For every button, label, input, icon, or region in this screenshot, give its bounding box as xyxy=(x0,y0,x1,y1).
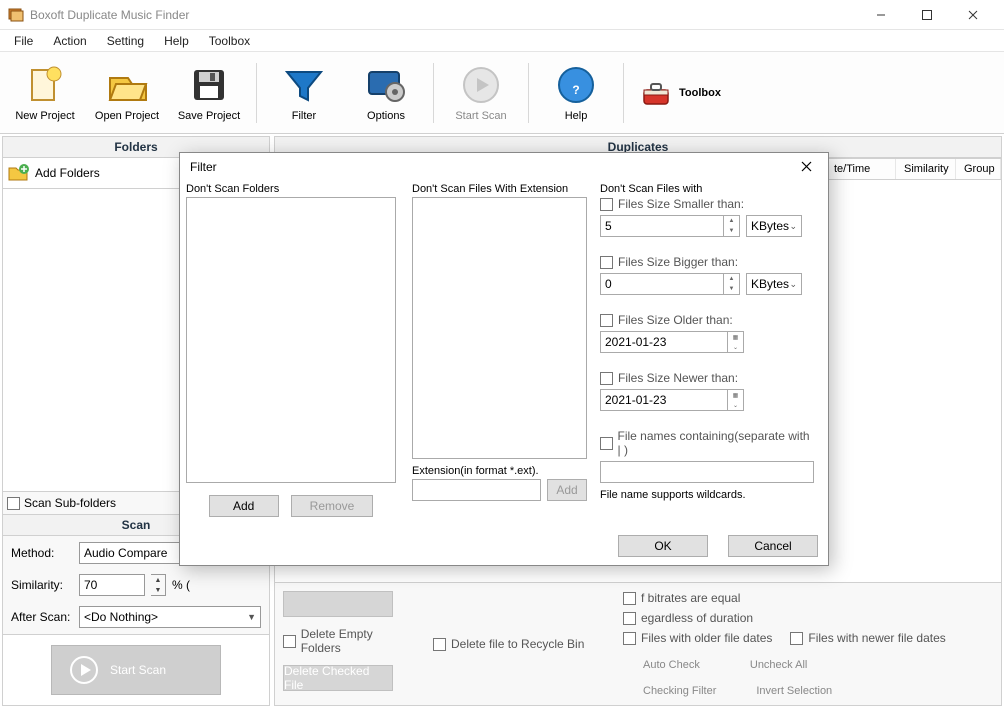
newer-than-input[interactable]: 2021-01-23 xyxy=(600,389,728,411)
folders-add-button[interactable]: Add xyxy=(209,495,279,517)
folders-remove-button[interactable]: Remove xyxy=(291,495,374,517)
smaller-unit-combo[interactable]: KBytes⌄ xyxy=(746,215,802,237)
smaller-than-spinner[interactable]: ▲▼ xyxy=(724,215,740,237)
calendar-icon: ▦ xyxy=(728,332,743,342)
dialog-titlebar[interactable]: Filter xyxy=(180,153,828,180)
names-containing-input[interactable] xyxy=(600,461,814,483)
ok-button[interactable]: OK xyxy=(618,535,708,557)
bigger-than-input[interactable]: 0 xyxy=(600,273,724,295)
filter-dialog: Filter Don't Scan Folders Add Remove Don… xyxy=(179,152,829,566)
smaller-than-input[interactable]: 5 xyxy=(600,215,724,237)
ext-input[interactable] xyxy=(412,479,541,501)
wildcards-label: File name supports wildcards. xyxy=(600,489,814,501)
dialog-close-button[interactable] xyxy=(792,156,820,178)
bigger-unit-combo[interactable]: KBytes⌄ xyxy=(746,273,802,295)
dialog-overlay: Filter Don't Scan Folders Add Remove Don… xyxy=(0,0,1004,718)
ext-format-label: Extension(in format *.ext). xyxy=(412,465,587,477)
names-containing-checkbox[interactable] xyxy=(600,437,613,450)
older-than-input[interactable]: 2021-01-23 xyxy=(600,331,728,353)
ext-add-button[interactable]: Add xyxy=(547,479,587,501)
newer-than-checkbox[interactable] xyxy=(600,372,613,385)
dont-scan-folders-list[interactable] xyxy=(186,197,396,483)
dont-scan-folders-label: Don't Scan Folders xyxy=(186,183,396,195)
calendar-icon: ▦ xyxy=(728,390,743,400)
dont-scan-files-with-label: Don't Scan Files with xyxy=(600,183,814,195)
dont-scan-ext-label: Don't Scan Files With Extension xyxy=(412,183,587,195)
bigger-than-spinner[interactable]: ▲▼ xyxy=(724,273,740,295)
older-than-picker[interactable]: ▦⌄ xyxy=(728,331,744,353)
smaller-than-checkbox[interactable] xyxy=(600,198,613,211)
bigger-than-checkbox[interactable] xyxy=(600,256,613,269)
older-than-checkbox[interactable] xyxy=(600,314,613,327)
dont-scan-ext-list[interactable] xyxy=(412,197,587,459)
newer-than-picker[interactable]: ▦⌄ xyxy=(728,389,744,411)
dialog-title: Filter xyxy=(190,160,792,174)
cancel-button[interactable]: Cancel xyxy=(728,535,818,557)
